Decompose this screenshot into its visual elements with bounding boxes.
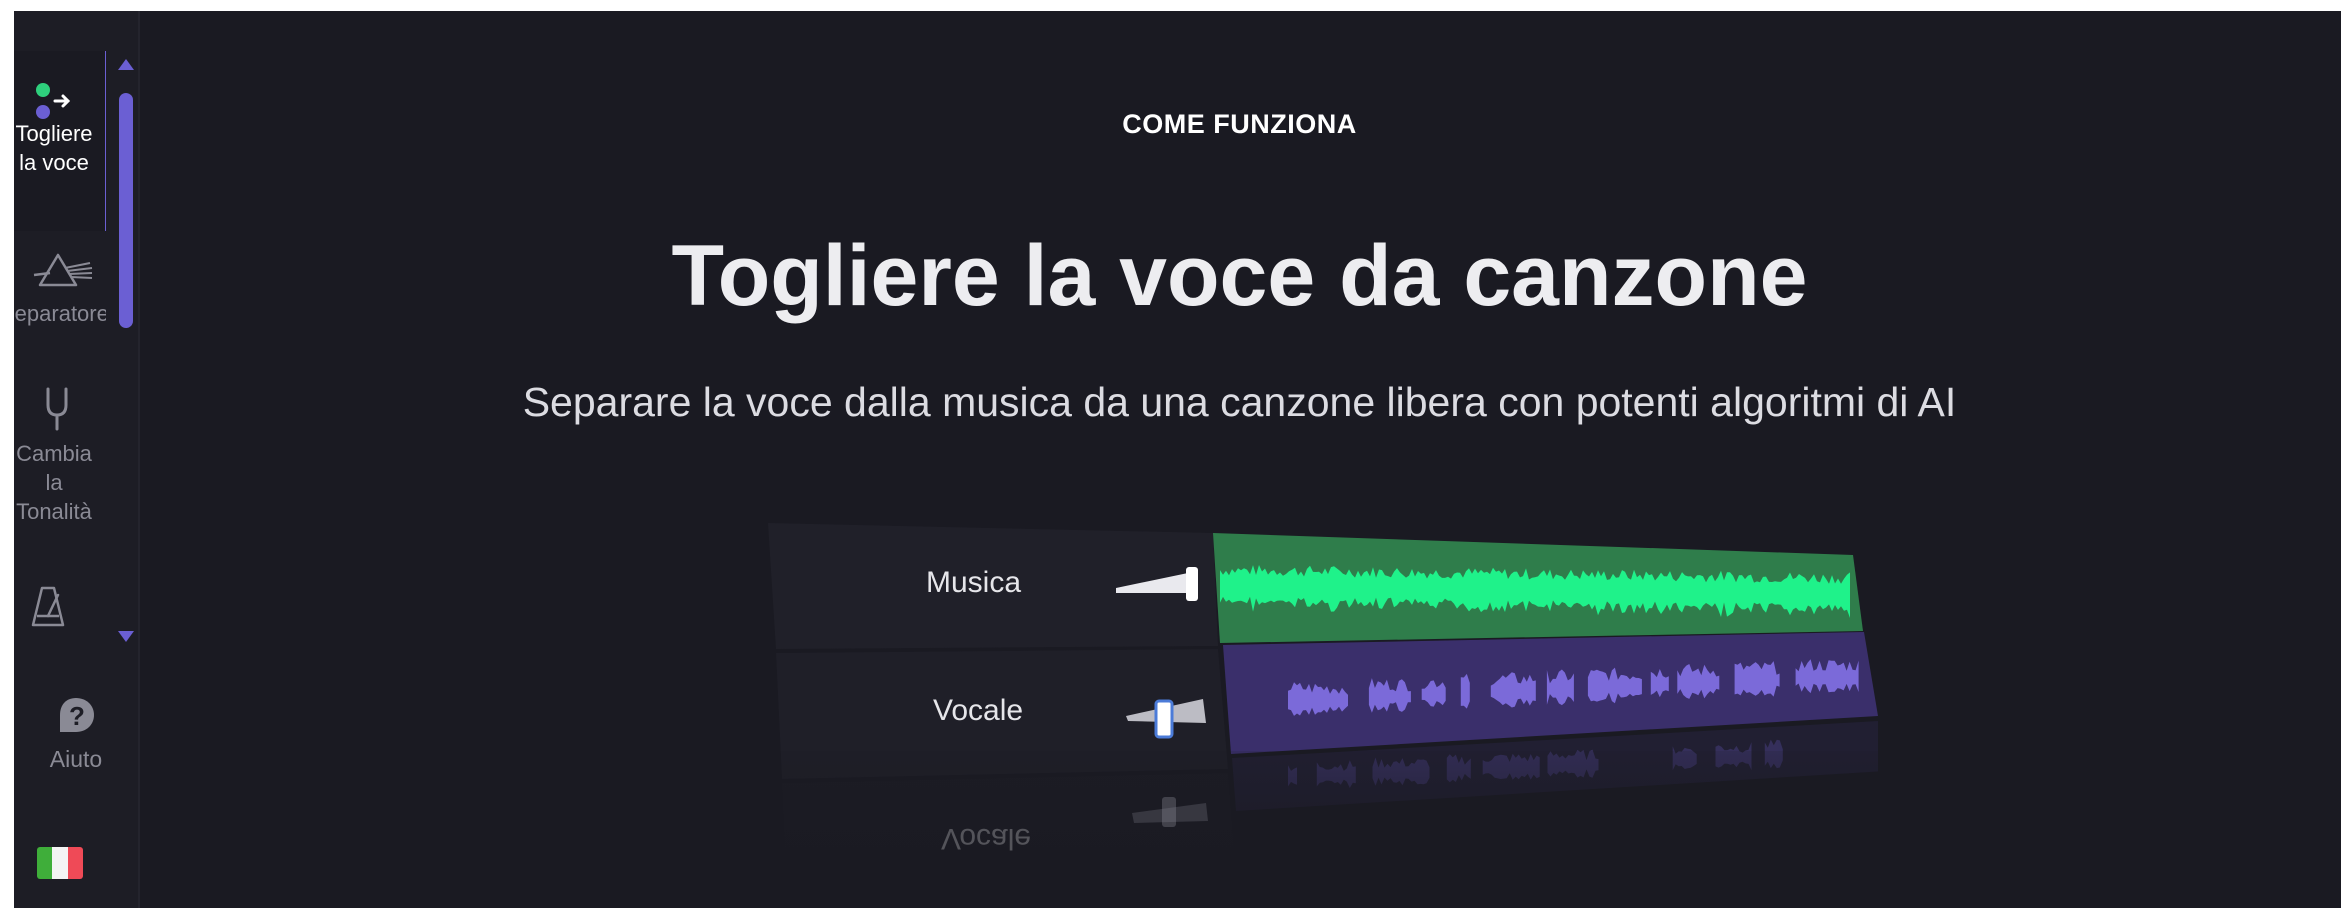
music-track-label: Musica [926, 566, 1022, 599]
prism-splitter-icon [33, 253, 93, 287]
sidebar-item-label: Separatore [14, 301, 106, 326]
page-title: Togliere la voce da canzone [671, 228, 1808, 324]
scroll-down-arrow-icon[interactable] [118, 631, 134, 642]
sidebar-item-label: Cambia la Tonalità [16, 441, 92, 524]
sidebar-item-label: Togliere la voce [15, 121, 93, 175]
page-subtitle: Separare la voce dalla musica da una can… [522, 379, 1957, 425]
vocal-track-label: Vocale [933, 694, 1024, 727]
sidebar-item-pitch-changer[interactable]: Cambia la Tonalità [14, 381, 106, 551]
scroll-up-arrow-icon[interactable] [118, 59, 134, 70]
tuning-fork-icon [46, 387, 68, 431]
vocal-track-label-reflection: Vocale [941, 822, 1032, 855]
tool-list[interactable]: Togliere la voce Separatore Cambia la To… [14, 51, 106, 641]
mixer-illustration: Musica Vocale Vocale [758, 511, 1878, 891]
tools-sidebar: Togliere la voce Separatore Cambia la To… [14, 11, 140, 908]
italy-flag-icon[interactable] [37, 847, 83, 879]
waveform-segment [1460, 673, 1470, 709]
vocal-volume-handle [1154, 699, 1174, 739]
svg-text:?: ? [69, 701, 85, 731]
sidebar-item-separator[interactable]: Separatore [14, 241, 106, 341]
help-label: Aiuto [49, 746, 103, 772]
scrollbar-thumb[interactable] [119, 93, 133, 328]
section-eyebrow: COME FUNZIONA [1122, 109, 1357, 139]
waveform-segment [1734, 661, 1780, 697]
music-volume-handle [1186, 567, 1198, 601]
main-content: COME FUNZIONA Togliere la voce da canzon… [138, 11, 2341, 908]
app-window: Togliere la voce Separatore Cambia la To… [14, 11, 2341, 908]
sidebar-item-vocal-remover[interactable]: Togliere la voce [14, 51, 106, 231]
help-icon: ? [60, 698, 94, 732]
sidebar-item-bpm-finder[interactable] [14, 581, 106, 641]
help-button[interactable]: ? Aiuto [24, 696, 128, 773]
sidebar-scrollbar[interactable] [114, 51, 136, 649]
vocal-remover-icon [36, 83, 71, 119]
metronome-icon [31, 586, 65, 627]
